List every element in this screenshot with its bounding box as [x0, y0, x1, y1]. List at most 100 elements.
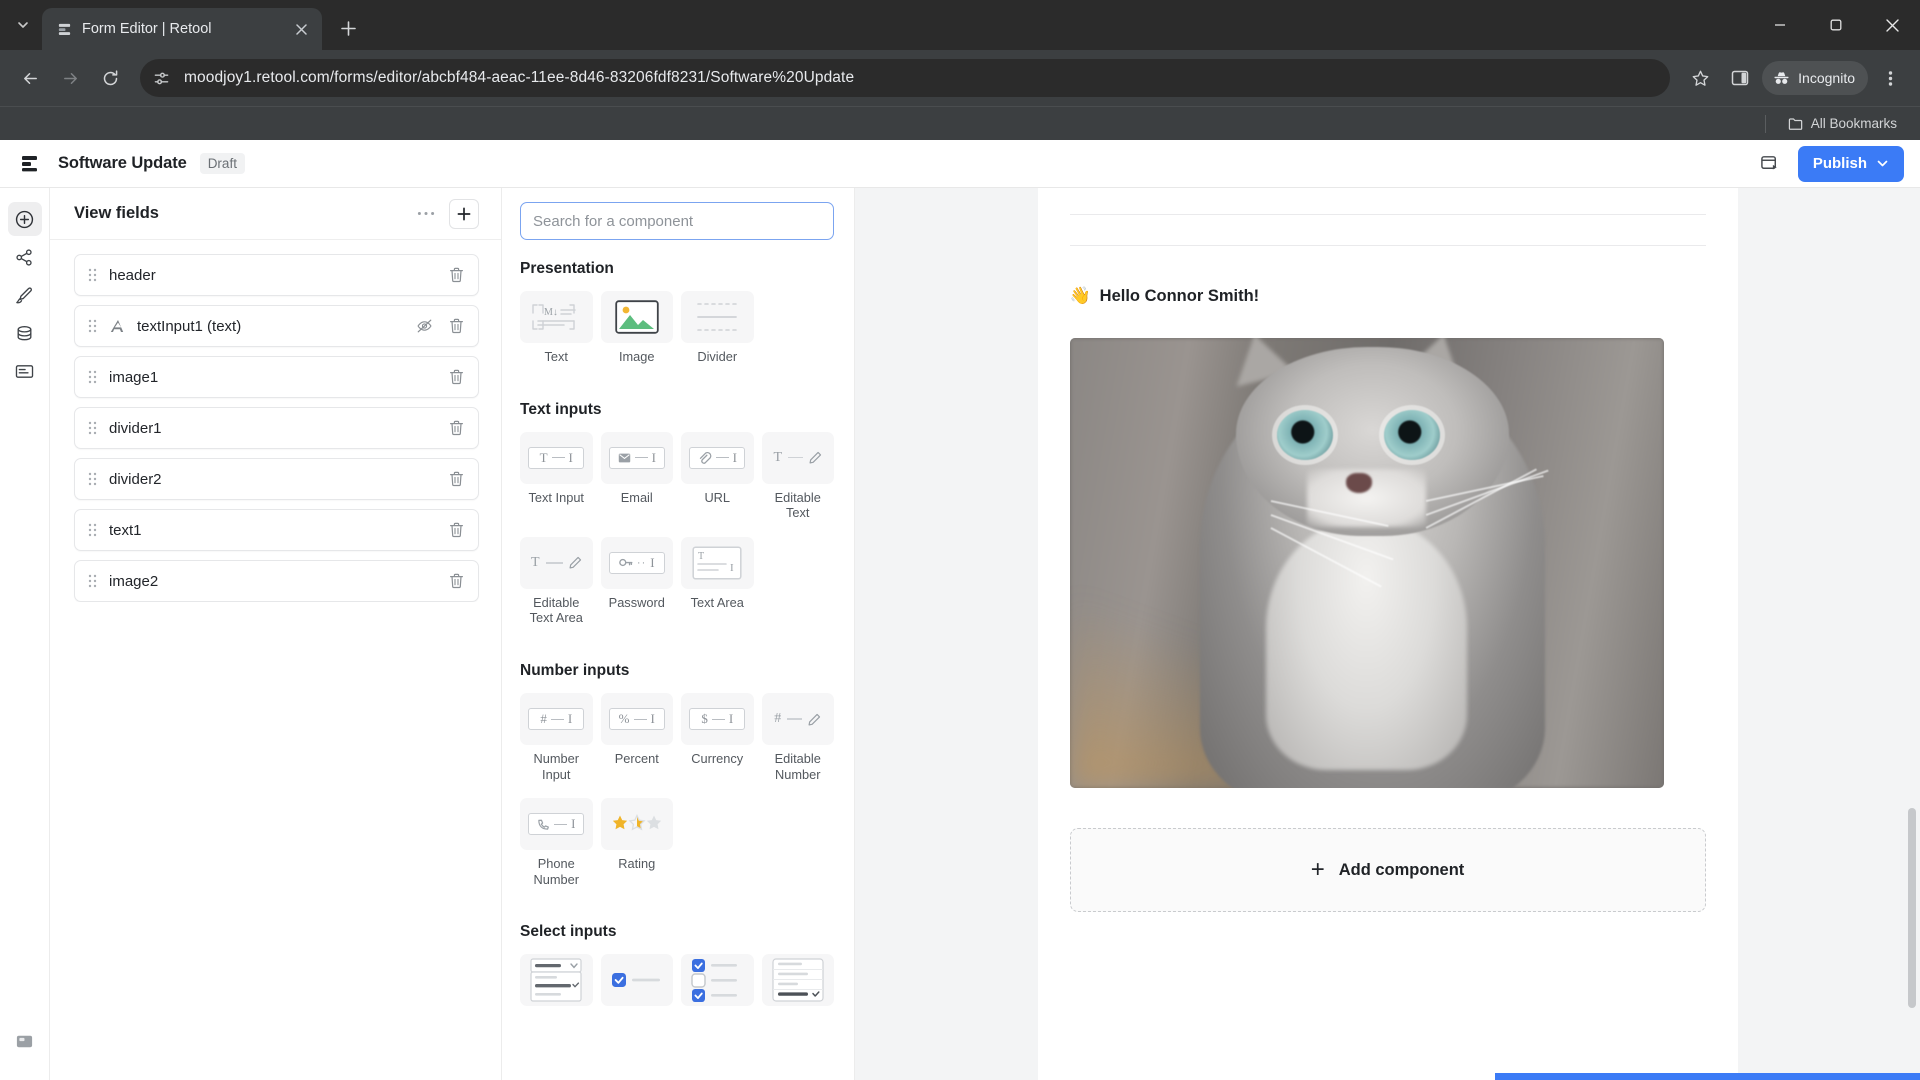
close-window-icon[interactable]: [1864, 0, 1920, 50]
add-field-button[interactable]: [449, 198, 479, 229]
component-label: Editable Number: [774, 751, 821, 782]
horizontal-scrollbar[interactable]: [1495, 1073, 1920, 1080]
drag-grip-icon[interactable]: [88, 472, 99, 486]
trash-icon[interactable]: [447, 521, 465, 539]
number-input-icon: # I: [520, 693, 593, 746]
component-card[interactable]: Rating: [600, 798, 673, 897]
editable-text-area-icon: T: [520, 536, 593, 589]
drag-grip-icon[interactable]: [88, 370, 99, 384]
maximize-icon[interactable]: [1808, 0, 1864, 50]
close-icon[interactable]: [290, 18, 312, 40]
component-card[interactable]: [681, 954, 754, 1022]
url-input-icon: I: [681, 431, 754, 484]
component-label: Image: [618, 349, 655, 364]
canvas-scrollbar-thumb[interactable]: [1908, 808, 1916, 1008]
bookmark-separator: [1764, 114, 1766, 133]
minimize-icon[interactable]: [1752, 0, 1808, 50]
component-card[interactable]: I URL: [681, 431, 754, 531]
field-actions: [447, 368, 465, 386]
all-bookmarks-button[interactable]: All Bookmarks: [1781, 113, 1904, 135]
publish-button[interactable]: Publish: [1797, 145, 1904, 182]
component-card[interactable]: T I Text Area: [681, 536, 754, 636]
data-rail[interactable]: [8, 316, 42, 350]
chevron-down-icon: [1876, 157, 1889, 170]
drag-grip-icon[interactable]: [88, 319, 99, 333]
eye-off-icon[interactable]: [415, 317, 433, 335]
component-card[interactable]: T Editable Text: [761, 431, 834, 531]
canvas-scrollbar-track[interactable]: [1908, 188, 1918, 1080]
component-card[interactable]: Divider: [681, 291, 754, 375]
app-settings-rail[interactable]: [8, 1024, 42, 1058]
tab-search-button[interactable]: [6, 8, 40, 42]
address-bar[interactable]: moodjoy1.retool.com/forms/editor/abcbf48…: [140, 59, 1671, 97]
logs-rail[interactable]: [8, 354, 42, 388]
component-search-wrap: [502, 202, 854, 240]
component-label: Phone Number: [533, 856, 579, 887]
component-card[interactable]: [520, 954, 593, 1022]
field-row[interactable]: image2: [74, 560, 479, 602]
component-card[interactable]: I Email: [600, 431, 673, 531]
field-row[interactable]: header: [74, 254, 479, 296]
component-card[interactable]: I Phone Number: [520, 798, 593, 897]
field-row[interactable]: divider2: [74, 458, 479, 500]
more-options-icon[interactable]: [411, 200, 441, 228]
svg-text:T: T: [698, 551, 704, 562]
back-arrow-icon[interactable]: [12, 60, 48, 96]
three-dot-menu-icon[interactable]: [1872, 60, 1908, 96]
component-card[interactable]: $ I Currency: [681, 693, 754, 792]
incognito-indicator[interactable]: Incognito: [1762, 61, 1868, 95]
component-card[interactable]: % I Percent: [600, 693, 673, 792]
field-row[interactable]: image1: [74, 356, 479, 398]
styles-rail[interactable]: [8, 278, 42, 312]
field-row[interactable]: textInput1 (text): [74, 305, 479, 347]
drag-grip-icon[interactable]: [88, 268, 99, 282]
retool-logo[interactable]: [16, 153, 46, 175]
component-card[interactable]: Image: [600, 291, 673, 375]
browser-tab[interactable]: Form Editor | Retool: [42, 8, 322, 50]
reload-icon[interactable]: [92, 60, 128, 96]
component-picker-panel: Presentation M↓ Text Image Divider Text i…: [502, 188, 855, 1080]
site-settings-icon[interactable]: [146, 63, 176, 93]
publish-label: Publish: [1812, 155, 1867, 172]
trash-icon[interactable]: [447, 470, 465, 488]
component-card[interactable]: T I Text Input: [520, 431, 593, 531]
add-component-rail[interactable]: [7, 202, 42, 236]
component-card[interactable]: T Editable Text Area: [520, 536, 593, 636]
currency-input-icon: $ I: [681, 693, 754, 746]
trash-icon[interactable]: [447, 368, 465, 386]
new-tab-button[interactable]: [332, 12, 364, 44]
component-label: Divider: [697, 349, 738, 364]
trash-icon[interactable]: [447, 572, 465, 590]
component-card[interactable]: # Editable Number: [761, 693, 834, 792]
component-card[interactable]: [761, 954, 834, 1022]
component-card[interactable]: M↓ Text: [520, 291, 593, 375]
browser-toolbar: moodjoy1.retool.com/forms/editor/abcbf48…: [0, 50, 1920, 106]
divider-icon: [681, 291, 754, 343]
field-row[interactable]: text1: [74, 509, 479, 551]
drag-grip-icon[interactable]: [88, 421, 99, 435]
plus-icon: +: [1310, 856, 1325, 883]
drag-grip-icon[interactable]: [88, 574, 99, 588]
trash-icon[interactable]: [447, 419, 465, 437]
kitten-image[interactable]: [1069, 338, 1664, 788]
forward-arrow-icon[interactable]: [52, 60, 88, 96]
bookmark-star-icon[interactable]: [1682, 60, 1718, 96]
email-input-icon: I: [600, 431, 673, 484]
field-row[interactable]: divider1: [74, 407, 479, 449]
component-card[interactable]: [600, 954, 673, 1022]
workflows-rail[interactable]: [8, 240, 42, 274]
preview-icon[interactable]: [1758, 151, 1784, 177]
component-label: Percent: [614, 751, 659, 767]
side-panel-icon[interactable]: [1722, 60, 1758, 96]
field-label: text1: [109, 521, 142, 539]
trash-icon[interactable]: [447, 266, 465, 284]
trash-icon[interactable]: [447, 317, 465, 335]
add-component-button[interactable]: + Add component: [1069, 828, 1706, 912]
component-card[interactable]: ·· I Password: [600, 536, 673, 636]
phone-input-icon: I: [520, 798, 593, 851]
search-input[interactable]: [520, 202, 834, 240]
view-fields-panel: View fields header textInput1 (text) image…: [50, 188, 502, 1080]
app-header: Software Update Draft Publish: [0, 140, 1920, 188]
component-card[interactable]: # I Number Input: [520, 693, 593, 792]
drag-grip-icon[interactable]: [88, 523, 99, 537]
